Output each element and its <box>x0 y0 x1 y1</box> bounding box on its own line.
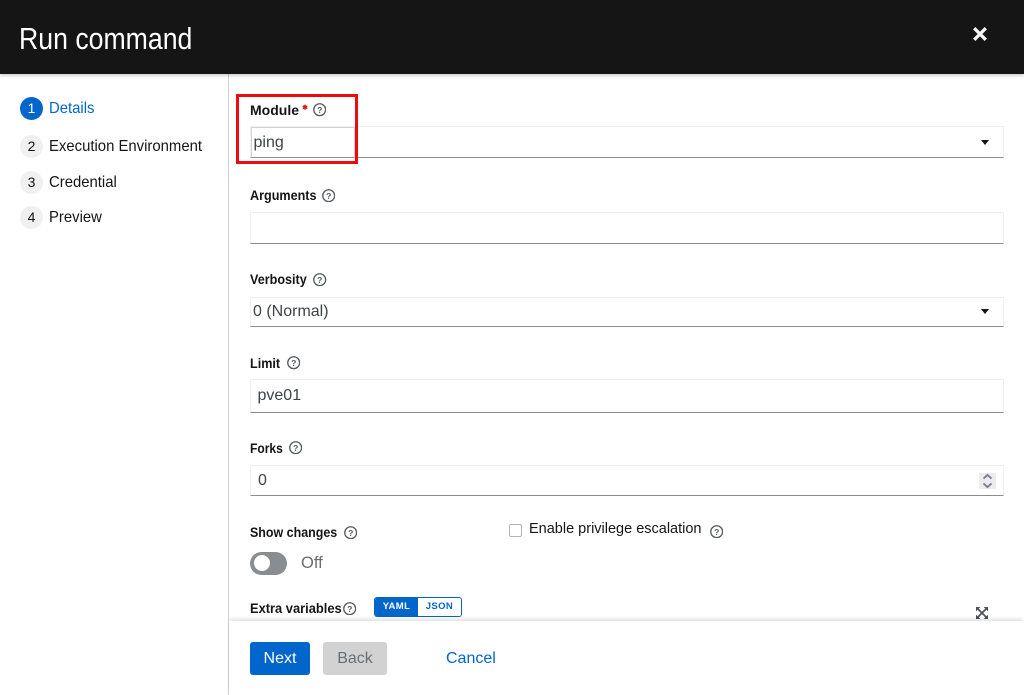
svg-text:?: ? <box>348 528 353 538</box>
svg-text:?: ? <box>317 275 322 285</box>
svg-text:?: ? <box>347 604 352 614</box>
svg-text:?: ? <box>326 191 331 201</box>
svg-text:?: ? <box>293 443 298 453</box>
svg-text:?: ? <box>714 526 719 536</box>
svg-text:?: ? <box>291 358 296 368</box>
